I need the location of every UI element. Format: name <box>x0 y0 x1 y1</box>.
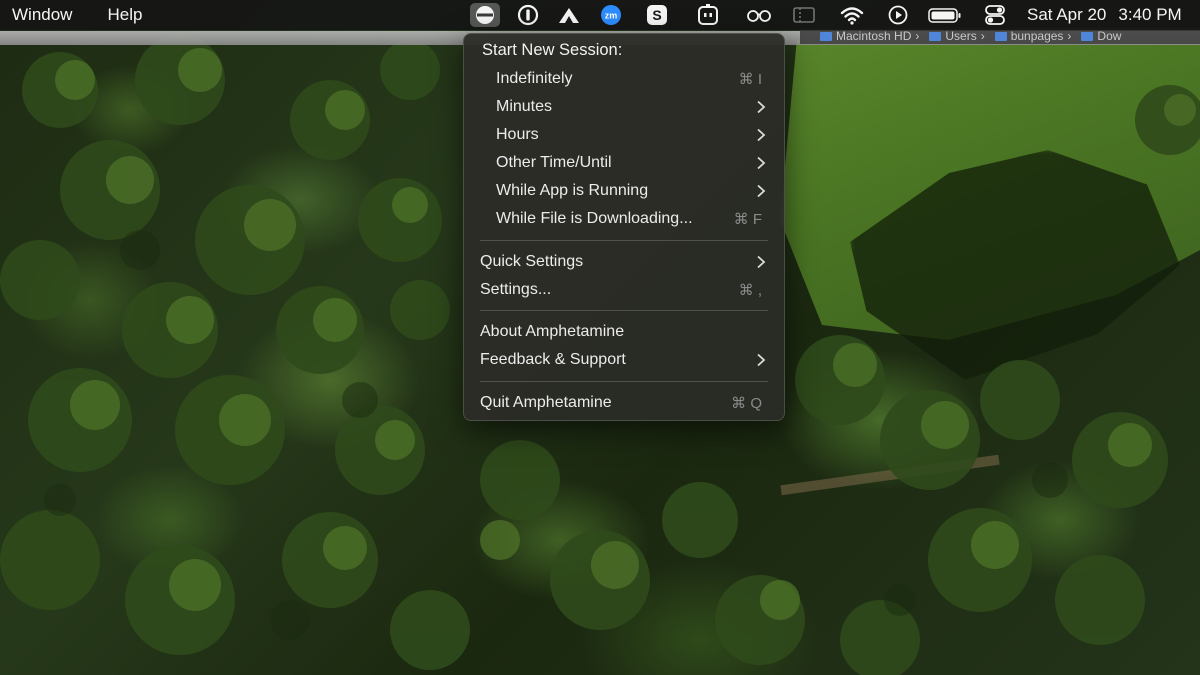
disk-icon <box>820 31 832 41</box>
mountain-icon[interactable] <box>557 4 581 26</box>
menu-item-indefinitely[interactable]: Indefinitely ⌘ I <box>464 66 784 92</box>
battery-icon[interactable] <box>928 4 962 26</box>
amphetamine-pill-icon[interactable] <box>470 3 500 27</box>
menu-item-hours[interactable]: Hours <box>464 122 784 148</box>
menubar-clock[interactable]: Sat Apr 20 3:40 PM <box>1027 0 1182 30</box>
menu-bar: Window Help zm S Sat Apr 20 3:40 PM <box>0 0 1200 30</box>
1password-icon[interactable] <box>516 4 540 26</box>
menu-window[interactable]: Window <box>12 5 72 25</box>
menu-item-while-file-downloading[interactable]: While File is Downloading... ⌘ F <box>464 206 784 232</box>
menu-help[interactable]: Help <box>107 5 142 25</box>
menu-item-minutes[interactable]: Minutes <box>464 94 784 120</box>
menu-item-label: Feedback & Support <box>480 351 626 368</box>
skype-badge-text: S <box>652 7 661 23</box>
chevron-right-icon <box>757 156 766 170</box>
menu-item-label: About Amphetamine <box>480 323 625 340</box>
menu-item-label: Settings... <box>480 281 552 298</box>
path-crumb-label: Dow <box>1097 29 1122 43</box>
chevron-right-icon <box>757 255 766 269</box>
clock-time: 3:40 PM <box>1118 5 1182 24</box>
chevron-right-icon <box>757 184 766 198</box>
path-crumb[interactable]: Macintosh HD › <box>820 29 919 43</box>
chevron-right-icon <box>757 128 766 142</box>
menu-item-label: While App is Running <box>496 182 649 199</box>
menu-item-shortcut: ⌘ F <box>733 211 762 228</box>
menu-item-settings[interactable]: Settings... ⌘ , <box>464 277 784 303</box>
path-crumb-label: Macintosh HD <box>836 29 912 43</box>
zoom-badge-text: zm <box>605 11 618 21</box>
wifi-icon[interactable] <box>840 4 864 26</box>
chevron-right-icon <box>757 100 766 114</box>
folder-icon <box>929 31 942 41</box>
menu-section-header: Start New Session: <box>482 41 623 59</box>
sidebar-toggle-icon[interactable] <box>792 4 816 26</box>
path-crumb[interactable]: Dow <box>1081 29 1121 43</box>
path-crumb-label: bunpages <box>1010 29 1064 43</box>
menu-separator <box>480 310 768 311</box>
folder-icon <box>994 31 1007 41</box>
menu-item-quick-settings[interactable]: Quick Settings <box>464 249 784 275</box>
path-crumb[interactable]: bunpages › <box>994 29 1071 43</box>
menu-item-other-time[interactable]: Other Time/Until <box>464 150 784 176</box>
menu-item-shortcut: ⌘ , <box>738 282 762 299</box>
menu-item-quit[interactable]: Quit Amphetamine ⌘ Q <box>464 390 784 416</box>
zoom-icon[interactable]: zm <box>599 4 623 26</box>
menu-item-label: Minutes <box>496 98 553 115</box>
menu-item-label: Hours <box>496 126 539 143</box>
menu-item-shortcut: ⌘ I <box>738 71 762 88</box>
path-crumb-label: Users <box>945 29 977 43</box>
finder-path-bar: Macintosh HD › Users › bunpages › Dow <box>800 28 1200 44</box>
chevron-right-icon <box>757 353 766 367</box>
clock-date: Sat Apr 20 <box>1027 5 1107 24</box>
menu-separator <box>480 240 768 241</box>
menu-item-label: While File is Downloading... <box>496 210 693 227</box>
amphetamine-menu: Start New Session: Indefinitely ⌘ I Minu… <box>463 33 785 421</box>
menu-item-about[interactable]: About Amphetamine <box>464 319 784 345</box>
folder-icon <box>1081 31 1094 41</box>
skype-icon[interactable]: S <box>645 4 669 26</box>
menu-item-while-app-running[interactable]: While App is Running <box>464 178 784 204</box>
menu-item-label: Quit Amphetamine <box>480 394 612 411</box>
menu-item-feedback-support[interactable]: Feedback & Support <box>464 347 784 373</box>
control-center-icon[interactable] <box>983 4 1007 26</box>
path-crumb[interactable]: Users › <box>929 29 985 43</box>
menu-item-shortcut: ⌘ Q <box>731 395 762 412</box>
app-menus: Window Help <box>0 0 177 30</box>
glasses-icon[interactable] <box>745 4 773 26</box>
menu-separator <box>480 381 768 382</box>
robot-icon[interactable] <box>696 4 720 26</box>
menu-item-label: Indefinitely <box>496 70 573 87</box>
menu-item-label: Quick Settings <box>480 253 584 270</box>
play-circle-icon[interactable] <box>886 4 910 26</box>
menu-item-label: Other Time/Until <box>496 154 612 171</box>
